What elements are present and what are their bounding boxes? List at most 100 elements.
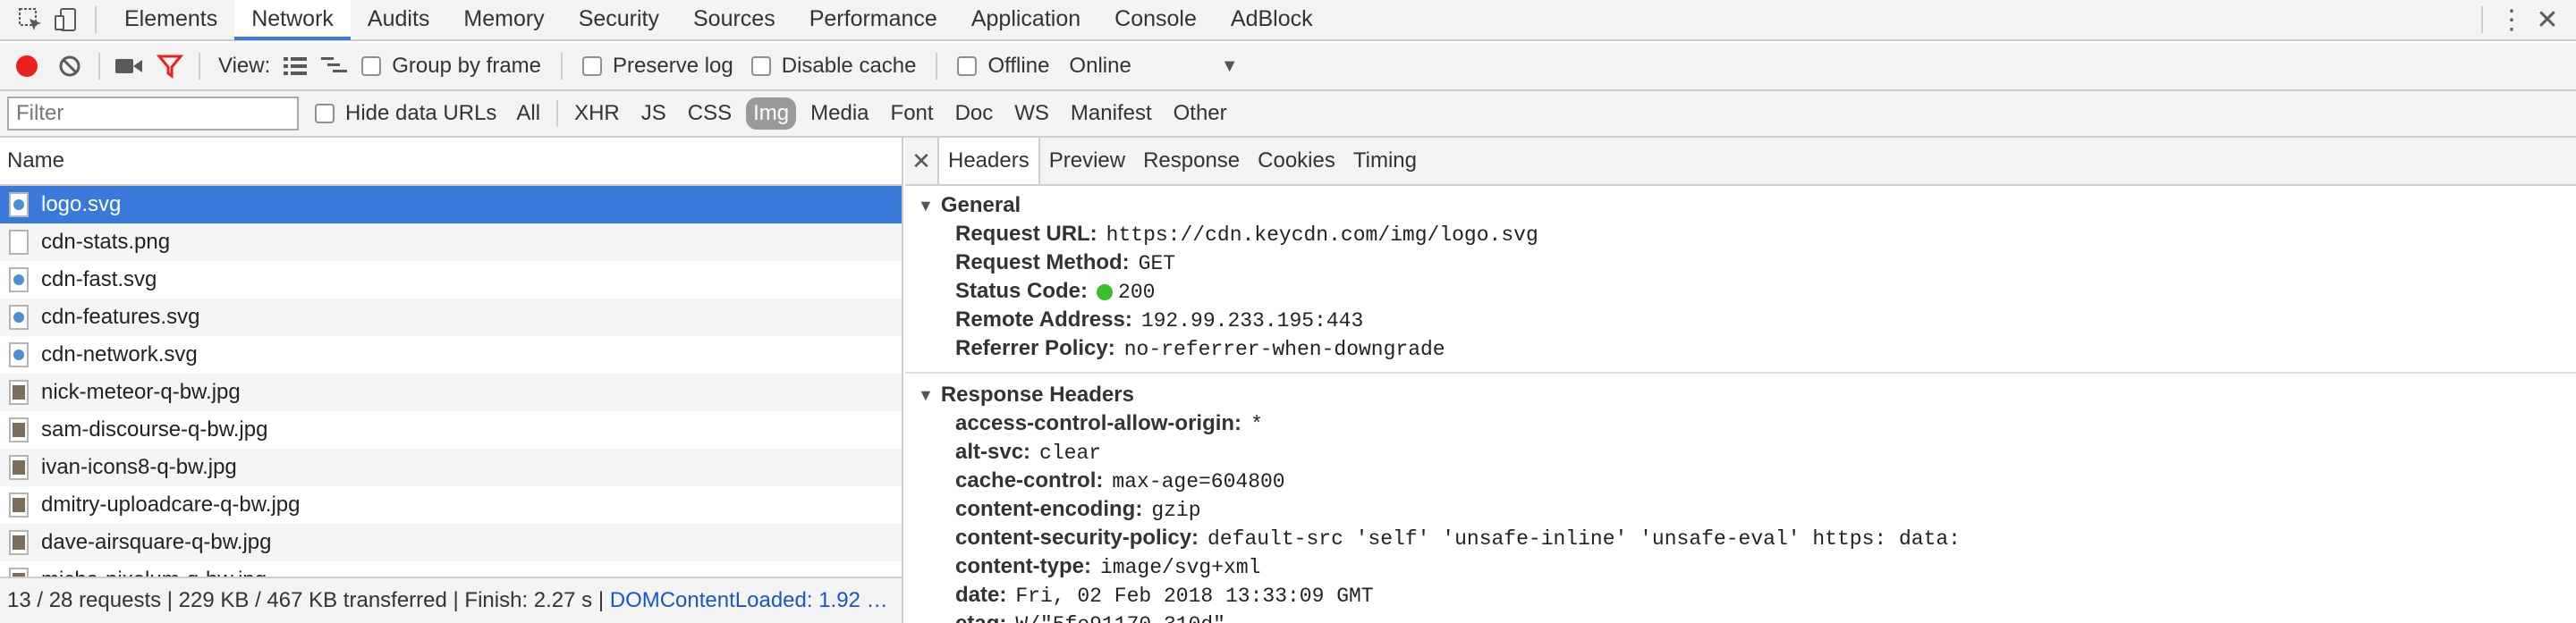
header-value: max-age=604800 xyxy=(1112,470,1284,493)
file-icon xyxy=(9,192,29,217)
detail-tab-preview[interactable]: Preview xyxy=(1040,138,1134,184)
request-row[interactable]: dave-airsquare-q-bw.jpg xyxy=(0,524,902,561)
header-row: content-security-policy: default-src 'sel… xyxy=(905,526,2576,554)
filter-type-font[interactable]: Font xyxy=(884,97,941,130)
header-row: etag: W/"5fe91170-310d" xyxy=(905,611,2576,623)
header-value-text: * xyxy=(1250,413,1263,436)
tab-application[interactable]: Application xyxy=(954,0,1097,40)
view-label: View: xyxy=(218,54,271,78)
request-row[interactable]: logo.svg xyxy=(0,186,902,223)
checkbox-box[interactable] xyxy=(957,56,978,76)
request-row[interactable]: cdn-stats.png xyxy=(0,223,902,261)
request-name: dave-airsquare-q-bw.jpg xyxy=(41,530,272,554)
filter-type-manifest[interactable]: Manifest xyxy=(1063,97,1159,130)
capture-screenshots-icon[interactable] xyxy=(111,48,147,84)
header-value: clear xyxy=(1039,442,1101,465)
tab-audits[interactable]: Audits xyxy=(351,0,446,40)
tab-performance[interactable]: Performance xyxy=(792,0,954,40)
tab-adblock[interactable]: AdBlock xyxy=(1214,0,1330,40)
more-options-icon[interactable]: ⋮ xyxy=(2494,2,2529,38)
record-icon[interactable] xyxy=(9,48,45,84)
filter-icon[interactable] xyxy=(152,48,188,84)
filter-type-js[interactable]: JS xyxy=(634,97,674,130)
header-row: alt-svc: clear xyxy=(905,440,2576,468)
name-column-header[interactable]: Name xyxy=(0,138,902,186)
request-row[interactable]: cdn-fast.svg xyxy=(0,261,902,299)
disable-cache-checkbox[interactable]: Disable cache xyxy=(750,54,917,79)
request-name: nick-meteor-q-bw.jpg xyxy=(41,380,241,404)
request-row[interactable]: nick-meteor-q-bw.jpg xyxy=(0,374,902,411)
request-row[interactable]: ivan-icons8-q-bw.jpg xyxy=(0,449,902,486)
response-headers-title: Response Headers xyxy=(940,383,1134,407)
detail-tab-response[interactable]: Response xyxy=(1134,138,1249,184)
preserve-log-checkbox[interactable]: Preserve log xyxy=(582,54,733,79)
file-icon xyxy=(9,305,29,330)
inspect-element-icon[interactable] xyxy=(13,2,48,38)
request-row[interactable]: dmitry-uploadcare-q-bw.jpg xyxy=(0,486,902,524)
close-details-icon[interactable]: ✕ xyxy=(905,147,937,175)
header-name: Referrer Policy: xyxy=(955,336,1115,360)
filter-type-xhr[interactable]: XHR xyxy=(567,97,627,130)
tab-security[interactable]: Security xyxy=(562,0,676,40)
request-row[interactable]: sam-discourse-q-bw.jpg xyxy=(0,411,902,449)
header-name: date: xyxy=(955,583,1007,607)
request-row[interactable]: cdn-network.svg xyxy=(0,336,902,374)
tab-elements[interactable]: Elements xyxy=(107,0,234,40)
checkbox-box[interactable] xyxy=(750,56,771,76)
devtools-tabbar: Elements Network Audits Memory Security Sourc… xyxy=(0,0,2576,41)
header-row: date: Fri, 02 Feb 2018 13:33:09 GMT xyxy=(905,583,2576,611)
filter-type-doc[interactable]: Doc xyxy=(948,97,1001,130)
filter-input[interactable] xyxy=(7,97,299,130)
header-row: Status Code: 200 xyxy=(905,279,2576,307)
filter-type-other[interactable]: Other xyxy=(1166,97,1234,130)
offline-label: Offline xyxy=(987,54,1050,78)
detail-tab-timing[interactable]: Timing xyxy=(1344,138,1426,184)
header-value-text: 192.99.233.195:443 xyxy=(1140,309,1364,333)
request-name: cdn-network.svg xyxy=(41,342,198,366)
toolbar-divider xyxy=(556,100,559,127)
detail-tab-headers[interactable]: Headers xyxy=(937,138,1040,184)
request-name: cdn-features.svg xyxy=(41,305,200,329)
dom-content-loaded-text: DOMContentLoaded: 1.92 … xyxy=(609,588,888,612)
header-name: Request Method: xyxy=(955,250,1130,274)
clear-icon[interactable] xyxy=(52,48,88,84)
response-headers-section-header[interactable]: ▼ Response Headers xyxy=(905,375,2576,411)
header-row: content-type: image/svg+xml xyxy=(905,554,2576,583)
general-section-header[interactable]: ▼ General xyxy=(905,186,2576,222)
tab-sources[interactable]: Sources xyxy=(676,0,792,40)
filter-type-css[interactable]: CSS xyxy=(681,97,739,130)
waterfall-overview-icon[interactable] xyxy=(317,48,352,84)
offline-checkbox[interactable]: Offline xyxy=(957,54,1049,79)
filter-type-ws[interactable]: WS xyxy=(1007,97,1056,130)
tab-network[interactable]: Network xyxy=(234,0,351,40)
header-value: * xyxy=(1250,413,1263,436)
network-toolbar: View: Group by frame Preserve log Disabl… xyxy=(0,43,2576,91)
tab-console[interactable]: Console xyxy=(1097,0,1214,40)
header-value: image/svg+xml xyxy=(1100,556,1260,579)
checkbox-box[interactable] xyxy=(582,56,602,76)
file-icon xyxy=(9,417,29,442)
tab-memory[interactable]: Memory xyxy=(446,0,561,40)
device-toolbar-icon[interactable] xyxy=(48,2,84,38)
general-title: General xyxy=(940,193,1021,217)
detail-tab-cookies[interactable]: Cookies xyxy=(1249,138,1344,184)
header-name: content-encoding: xyxy=(955,497,1143,521)
checkbox-box[interactable] xyxy=(315,104,335,123)
close-devtools-icon[interactable]: ✕ xyxy=(2529,2,2565,38)
header-value-text: clear xyxy=(1039,442,1102,465)
filter-type-all[interactable]: All xyxy=(509,97,547,130)
image-thumbnail xyxy=(13,385,25,400)
group-by-frame-checkbox[interactable]: Group by frame xyxy=(361,54,541,79)
header-value-text: GET xyxy=(1138,252,1176,275)
hide-data-urls-checkbox[interactable]: Hide data URLs xyxy=(315,101,496,126)
request-row[interactable]: cdn-features.svg xyxy=(0,299,902,336)
checkbox-box[interactable] xyxy=(361,56,382,76)
large-request-rows-icon[interactable] xyxy=(277,48,313,84)
disable-cache-label: Disable cache xyxy=(781,54,917,78)
throttling-select[interactable]: Online ▼ xyxy=(1062,54,1238,79)
request-name: cdn-fast.svg xyxy=(41,267,157,291)
filter-type-media[interactable]: Media xyxy=(803,97,876,130)
toolbar-divider xyxy=(98,53,100,80)
filter-type-img[interactable]: Img xyxy=(746,97,797,130)
group-by-frame-label: Group by frame xyxy=(392,54,541,78)
